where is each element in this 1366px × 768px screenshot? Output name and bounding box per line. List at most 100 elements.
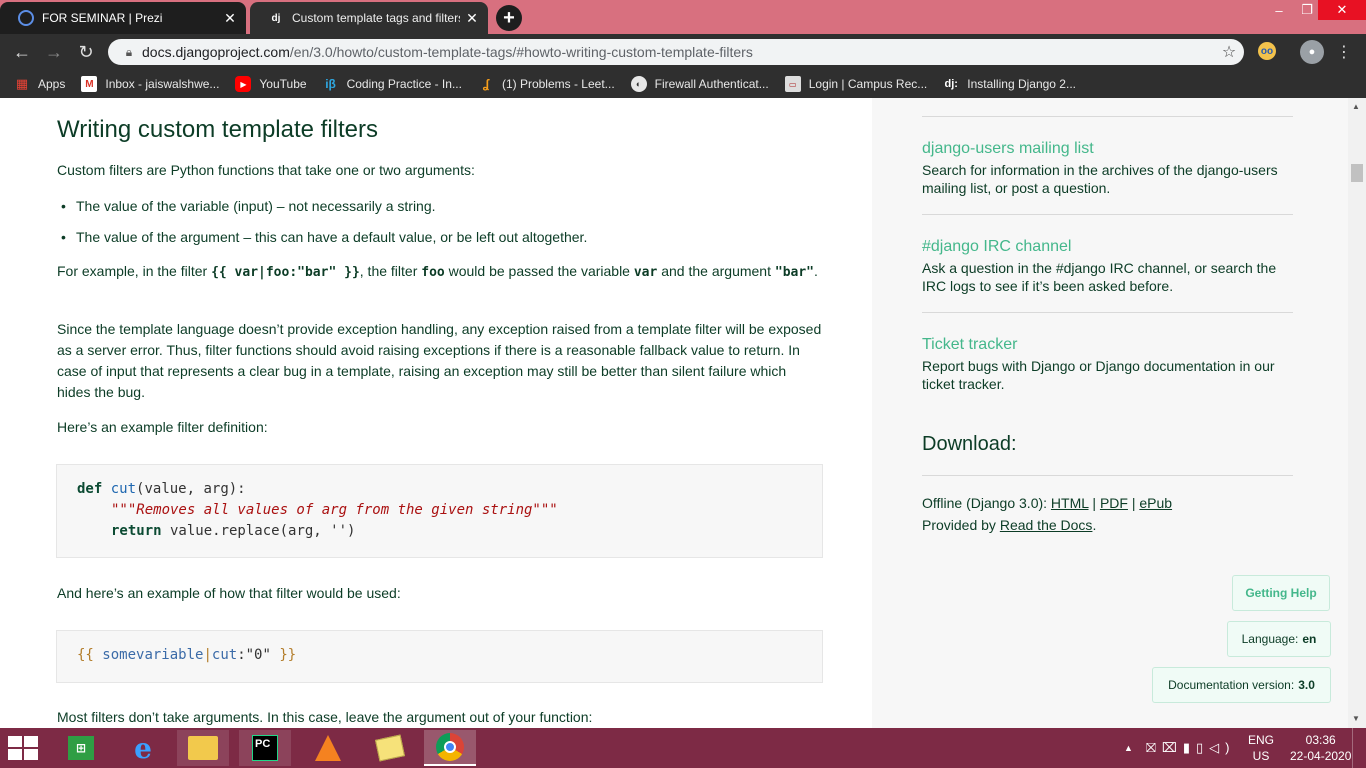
input-language[interactable]: ENG US bbox=[1248, 728, 1274, 768]
resource-link-mailing-list[interactable]: django-users mailing list bbox=[922, 140, 1094, 158]
store-icon: ⊞ bbox=[68, 736, 94, 760]
youtube-icon: ▶ bbox=[235, 76, 252, 92]
usage-label: And here’s an example of how that filter… bbox=[57, 585, 401, 601]
close-icon[interactable]: ✕ bbox=[218, 10, 242, 27]
download-html-link[interactable]: HTML bbox=[1051, 495, 1089, 511]
provided-label: Provided by bbox=[922, 517, 1000, 533]
profile-avatar-icon[interactable]: ● bbox=[1300, 40, 1324, 64]
code-line: """Removes all values of arg from the gi… bbox=[77, 500, 802, 521]
scroll-down-arrow-icon[interactable]: ▼ bbox=[1352, 714, 1360, 723]
address-bar[interactable]: 🔒︎ docs.djangoproject.com/en/3.0/howto/c… bbox=[108, 39, 1244, 65]
chrome-icon bbox=[436, 733, 464, 761]
taskbar-folder[interactable] bbox=[364, 730, 416, 766]
show-desktop-button[interactable] bbox=[1352, 728, 1366, 768]
system-clock[interactable]: 03:36 22-04-2020 bbox=[1290, 728, 1351, 768]
getting-help-button[interactable]: Getting Help bbox=[1232, 575, 1330, 611]
bookmarks-bar: ▦ Apps M Inbox - jaiswalshwe... ▶ YouTube i… bbox=[0, 70, 1366, 98]
language-label: Language: bbox=[1241, 632, 1299, 646]
bookmark-firewall[interactable]: ◐ Firewall Authenticat... bbox=[630, 76, 769, 92]
tab-prezi[interactable]: FOR SEMINAR | Prezi ✕ bbox=[0, 2, 246, 34]
back-arrow-icon[interactable]: ← bbox=[10, 40, 34, 64]
example-text: , the filter bbox=[359, 263, 422, 279]
code-keyword: def bbox=[77, 481, 103, 497]
arguments-list: The value of the variable (input) – not … bbox=[61, 196, 836, 258]
taskbar-pycharm[interactable]: PC bbox=[239, 730, 291, 766]
show-hidden-icons-chevron-icon[interactable]: ▲ bbox=[1124, 728, 1133, 768]
gmail-icon: M bbox=[81, 76, 98, 92]
tab-django-docs[interactable]: dj Custom template tags and filters ✕ bbox=[250, 2, 488, 34]
bookmark-label: YouTube bbox=[259, 77, 307, 91]
resource-link-ticket-tracker[interactable]: Ticket tracker bbox=[922, 336, 1017, 354]
bookmark-label: Installing Django 2... bbox=[967, 77, 1076, 91]
divider bbox=[922, 475, 1293, 476]
taskbar-chrome[interactable] bbox=[424, 730, 476, 766]
intro-paragraph: Custom filters are Python functions that… bbox=[57, 162, 475, 178]
close-icon[interactable]: ✕ bbox=[460, 10, 484, 27]
new-tab-button[interactable]: + bbox=[496, 5, 522, 31]
download-pdf-link[interactable]: PDF bbox=[1100, 495, 1128, 511]
download-epub-link[interactable]: ePub bbox=[1139, 495, 1172, 511]
version-label: Documentation version: bbox=[1168, 678, 1295, 692]
taskbar-vlc[interactable] bbox=[302, 730, 354, 766]
apps-icon: ▦ bbox=[15, 76, 29, 91]
version-value: 3.0 bbox=[1298, 678, 1315, 692]
bookmark-gmail[interactable]: M Inbox - jaiswalshwe... bbox=[81, 76, 219, 92]
url-text[interactable]: docs.djangoproject.com/en/3.0/howto/cust… bbox=[142, 44, 1214, 60]
separator: | bbox=[1127, 495, 1140, 511]
system-tray-icons[interactable]: ⛝⌧▮▯◁) bbox=[1146, 728, 1236, 768]
bookmark-django[interactable]: dj: Installing Django 2... bbox=[943, 76, 1076, 92]
code-expression: value.replace(arg, '') bbox=[161, 523, 356, 539]
windows-start-icon[interactable] bbox=[8, 736, 38, 760]
reload-icon[interactable]: ↻ bbox=[74, 40, 98, 64]
lock-icon[interactable]: 🔒︎ bbox=[116, 45, 142, 60]
tab-title: Custom template tags and filters bbox=[292, 11, 460, 25]
code-keyword: return bbox=[111, 523, 162, 539]
scrollbar-thumb[interactable] bbox=[1351, 164, 1363, 182]
definition-label: Here’s an example filter definition: bbox=[57, 419, 268, 435]
read-the-docs-link[interactable]: Read the Docs bbox=[1000, 517, 1093, 533]
bookmark-label: Apps bbox=[38, 77, 66, 91]
language-switcher[interactable]: Language: en bbox=[1227, 621, 1331, 657]
code-docstring: """Removes all values of arg from the gi… bbox=[111, 502, 558, 518]
bookmark-apps[interactable]: ▦ Apps bbox=[14, 76, 66, 92]
tab-title: FOR SEMINAR | Prezi bbox=[42, 11, 163, 25]
login-icon: ▭ bbox=[784, 76, 801, 92]
bookmark-leetcode[interactable]: ʆ (1) Problems - Leet... bbox=[478, 76, 615, 92]
inline-code: "bar" bbox=[774, 265, 815, 280]
version-switcher[interactable]: Documentation version: 3.0 bbox=[1152, 667, 1331, 703]
taskbar-store[interactable]: ⊞ bbox=[55, 730, 107, 766]
template-variable: somevariable bbox=[102, 647, 204, 663]
windows-taskbar: ⊞ e PC ▲ ⛝⌧▮▯◁) ENG US 03:36 22-04-2020 bbox=[0, 728, 1366, 768]
example-text: For example, in the filter bbox=[57, 263, 212, 279]
taskbar-internet-explorer[interactable]: e bbox=[117, 730, 169, 766]
template-brace: {{ bbox=[77, 647, 94, 663]
resource-link-irc[interactable]: #django IRC channel bbox=[922, 238, 1071, 256]
inline-code: {{ var|foo:"bar" }} bbox=[211, 265, 360, 280]
globe-icon: ◐ bbox=[630, 76, 647, 92]
divider bbox=[922, 116, 1293, 117]
file-explorer-icon bbox=[188, 736, 218, 760]
bookmark-campus[interactable]: ▭ Login | Campus Rec... bbox=[784, 76, 927, 92]
bookmark-interviewbit[interactable]: iβ Coding Practice - In... bbox=[323, 76, 462, 92]
interviewbit-icon: iβ bbox=[325, 77, 336, 91]
resource-description: Ask a question in the #django IRC channe… bbox=[922, 260, 1277, 294]
list-item: The value of the argument – this can hav… bbox=[61, 227, 836, 248]
page-viewport: Writing custom template filters Custom f… bbox=[0, 98, 1366, 728]
bookmark-star-icon[interactable]: ☆ bbox=[1214, 42, 1244, 62]
extension-icon[interactable]: oo bbox=[1258, 42, 1276, 60]
forward-arrow-icon[interactable]: → bbox=[42, 40, 66, 64]
taskbar-file-explorer[interactable] bbox=[177, 730, 229, 766]
scroll-up-arrow-icon[interactable]: ▲ bbox=[1352, 102, 1360, 111]
separator: | bbox=[1088, 495, 1100, 511]
tab-strip: FOR SEMINAR | Prezi ✕ dj Custom template… bbox=[0, 0, 1366, 34]
window-close-icon[interactable]: ✕ bbox=[1318, 0, 1366, 20]
menu-kebab-icon[interactable]: ⋮ bbox=[1334, 40, 1354, 64]
inline-code: var bbox=[633, 265, 658, 280]
bookmark-youtube[interactable]: ▶ YouTube bbox=[235, 76, 307, 92]
leetcode-icon: ʆ bbox=[482, 77, 490, 91]
vertical-scrollbar[interactable] bbox=[1348, 98, 1366, 728]
resource-description: Search for information in the archives o… bbox=[922, 162, 1278, 196]
internet-explorer-icon: e bbox=[134, 731, 152, 765]
clock-time: 03:36 bbox=[1305, 733, 1336, 747]
bookmark-label: (1) Problems - Leet... bbox=[501, 77, 615, 91]
